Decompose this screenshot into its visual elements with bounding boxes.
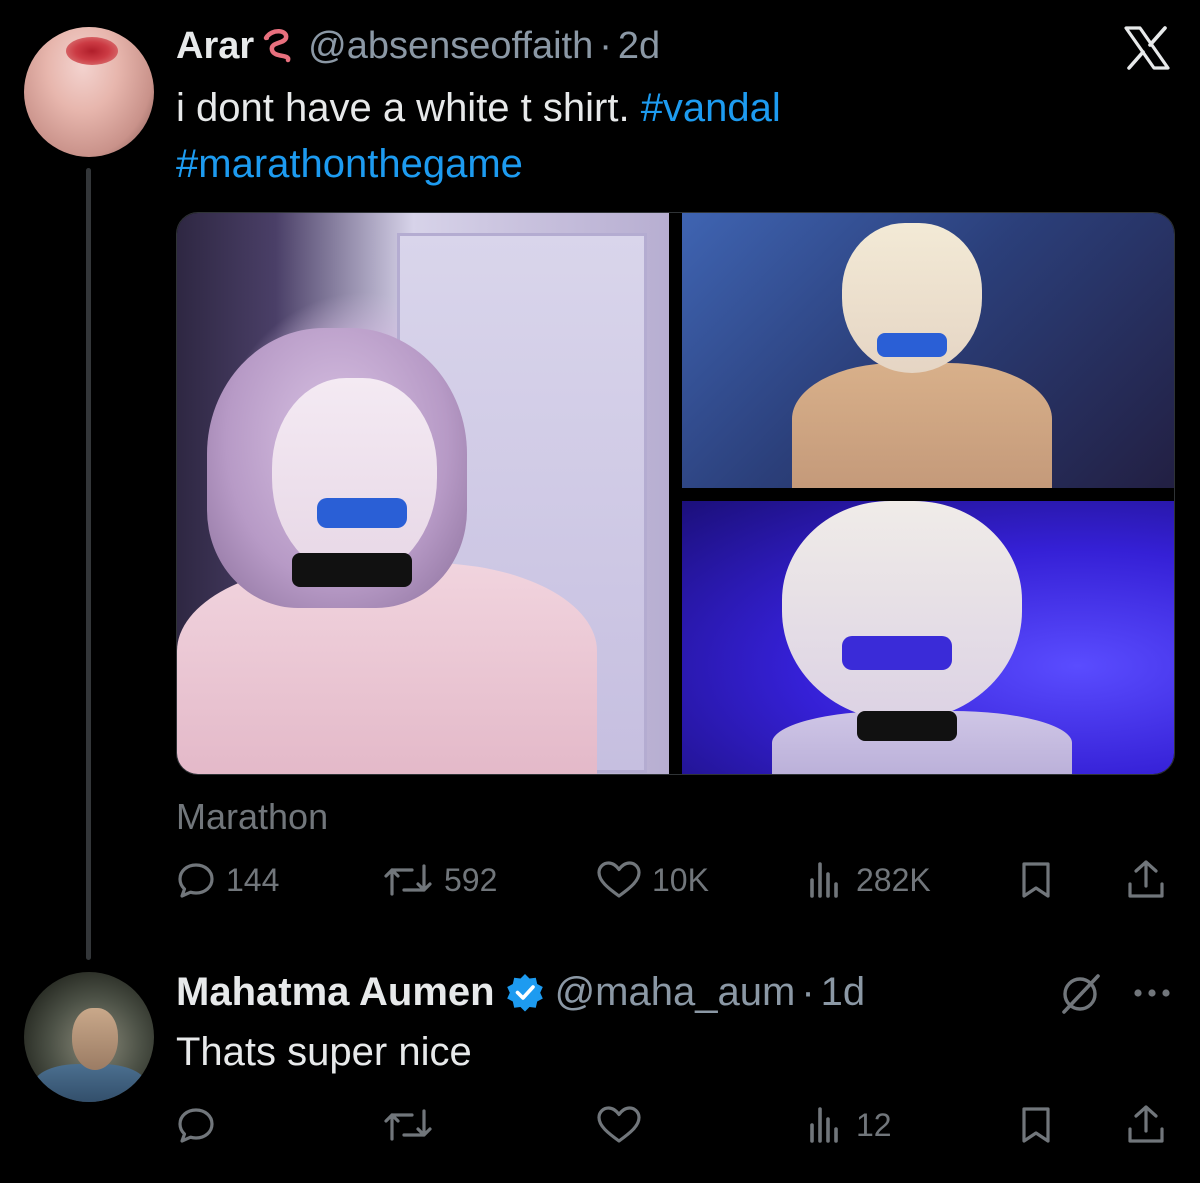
reply-count: 144 [226, 861, 280, 898]
heart-icon [596, 1105, 642, 1145]
avatar-armor-detail [34, 1064, 146, 1102]
reply-action-bar: 12 [0, 1100, 1200, 1150]
x-logo-icon[interactable] [1124, 26, 1170, 70]
bookmark-icon [1016, 860, 1056, 900]
reply-author-name[interactable]: Mahatma Aumen [176, 970, 495, 1015]
reply-button[interactable]: 144 [176, 855, 279, 905]
photo-tape-detail [317, 498, 407, 528]
tweet-action-bar: 144 592 10K 282K [0, 855, 1200, 905]
reply-reply-button[interactable] [176, 1100, 226, 1150]
repost-count: 592 [444, 861, 498, 898]
share-icon [1124, 858, 1168, 902]
photo-tape-detail [842, 636, 952, 670]
thread-connector-line [86, 168, 91, 960]
reply-share-button[interactable] [1124, 1100, 1168, 1150]
avatar-mahatma-aumen[interactable] [24, 972, 154, 1102]
reply-icon [176, 1105, 216, 1145]
media-grid [176, 212, 1175, 775]
hashtag-vandal[interactable]: #vandal [641, 86, 781, 130]
author-name[interactable]: Arar [176, 25, 254, 68]
share-button[interactable] [1124, 855, 1168, 905]
views-count: 282K [856, 861, 931, 898]
tweet-text: i dont have a white t shirt. [176, 86, 641, 130]
author-handle[interactable]: @absenseoffaith [308, 25, 593, 68]
reply-bookmark-button[interactable] [1016, 1100, 1056, 1150]
bookmark-icon [1016, 1105, 1056, 1145]
reply-views-button[interactable]: 12 [806, 1100, 892, 1150]
repost-button[interactable]: 592 [382, 855, 497, 905]
bookmark-button[interactable] [1016, 855, 1056, 905]
hashtag-marathonthegame[interactable]: #marathonthegame [176, 142, 523, 186]
source-label[interactable]: Marathon [176, 796, 328, 838]
reply-timestamp[interactable]: 1d [821, 970, 866, 1015]
avatar-lips-detail [66, 37, 118, 65]
photo-2[interactable] [682, 213, 1174, 488]
photo-choker-detail [857, 711, 957, 741]
reply-body: Thats super nice [176, 1030, 472, 1074]
separator-dot: · [801, 969, 815, 1014]
tweet-header: Arar @absenseoffaith · 2d [176, 22, 660, 70]
photo-face-detail [272, 378, 437, 578]
photo-choker-detail [292, 553, 412, 587]
avatar-arar[interactable] [24, 27, 154, 157]
like-count: 10K [652, 861, 709, 898]
photo-face-detail [782, 501, 1022, 721]
reply-like-button[interactable] [596, 1100, 652, 1150]
more-icon[interactable] [1130, 978, 1174, 1008]
verified-badge-icon [505, 972, 545, 1012]
reply-author-handle[interactable]: @maha_aum [555, 970, 796, 1015]
tweet-timestamp[interactable]: 2d [618, 25, 660, 68]
avatar-face-detail [72, 1008, 118, 1070]
repost-icon [382, 860, 434, 900]
reply-repost-button[interactable] [382, 1100, 444, 1150]
reply-header: Mahatma Aumen @maha_aum · 1d [176, 966, 865, 1018]
views-icon [806, 860, 846, 900]
reply-icon [176, 860, 216, 900]
reply-views-count: 12 [856, 1106, 892, 1143]
views-icon [806, 1105, 846, 1145]
views-button[interactable]: 282K [806, 855, 931, 905]
photo-3[interactable] [682, 501, 1174, 774]
tweet-body: i dont have a white t shirt. #vandal #ma… [176, 80, 1136, 192]
photo-body-detail [792, 363, 1052, 488]
photo-tape-detail [877, 333, 947, 357]
share-icon [1124, 1103, 1168, 1147]
repost-icon [382, 1105, 434, 1145]
photo-1[interactable] [177, 213, 669, 774]
worm-icon [258, 26, 298, 66]
grok-icon[interactable] [1058, 972, 1104, 1016]
separator-dot: · [599, 24, 612, 67]
like-button[interactable]: 10K [596, 855, 709, 905]
heart-icon [596, 860, 642, 900]
